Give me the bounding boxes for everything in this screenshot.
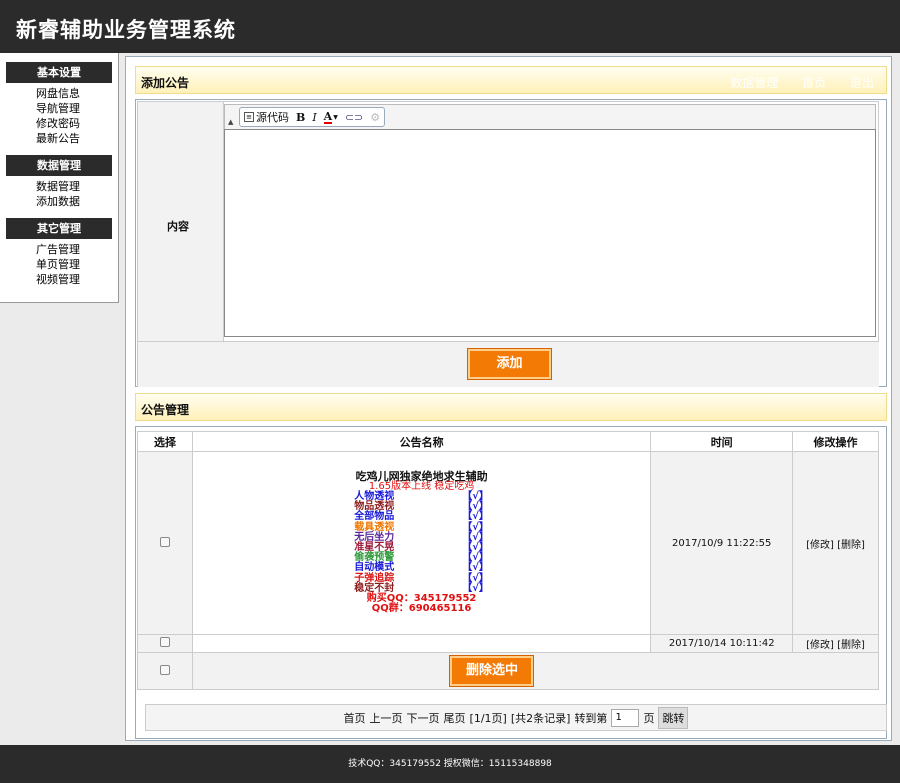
chevron-down-icon: ▼ (333, 113, 338, 121)
notice-content: 吃鸡儿网独家绝地求生辅助 1.65版本上线 稳定吃鸡 人物透视 【√】 物品透视 【√… (354, 470, 489, 615)
row2-notice-cell (191, 634, 652, 653)
header-link-data-manage[interactable]: 数据管理 (730, 76, 778, 90)
select-all-checkbox[interactable] (159, 664, 170, 675)
delete-selected-button[interactable]: 删除选中 (449, 655, 535, 687)
sidebar-group-data: 数据管理 (6, 155, 112, 176)
delete-selected-cell: 删除选中 (191, 652, 880, 690)
table-header-row: 选择 公告名称 时间 修改操作 (137, 431, 879, 452)
sidebar-item-nav-manage[interactable]: 导航管理 (36, 101, 118, 116)
pager-page-input[interactable] (611, 708, 640, 727)
source-code-button[interactable]: ≡ 源代码 (244, 109, 289, 125)
pager-record-info: [共2条记录] (510, 711, 571, 725)
row1-checkbox[interactable] (159, 536, 170, 547)
editor-content-area[interactable] (224, 129, 876, 337)
add-notice-header: 添加公告 数据管理 首页 退出 (135, 66, 887, 94)
row2-time: 2017/10/14 10:11:42 (650, 634, 794, 653)
col-time: 时间 (650, 431, 794, 452)
pager-jump-button[interactable]: 跳转 (658, 706, 689, 729)
notice-manage-title: 公告管理 (141, 403, 190, 417)
sidebar-group-basic: 基本设置 (6, 62, 112, 83)
row1-edit-link[interactable]: [修改] (806, 540, 834, 551)
pager-next[interactable]: 下一页 (407, 710, 440, 726)
row1-delete-link[interactable]: [删除] (837, 540, 865, 551)
header-links: 数据管理 首页 退出 (710, 74, 874, 91)
table-row: 2017/10/14 10:11:42 [修改] [删除] (137, 634, 879, 653)
editor-toolbar: ▲ ≡ 源代码 B I A ▼ ⊂⊃ ⚙ (224, 104, 876, 129)
link-icon[interactable]: ⊂⊃ (345, 111, 363, 124)
source-code-label: 源代码 (256, 111, 289, 124)
pager-page-info: [1/1页] (469, 711, 507, 725)
row2-ops-cell: [修改] [删除] (792, 634, 879, 653)
notice-manage-box: 选择 公告名称 时间 修改操作 吃鸡儿网独家绝地求生辅助 1.65版本上线 稳定… (135, 426, 887, 739)
notice-qq-group: QQ群：690465116 (354, 604, 489, 614)
header-link-logout[interactable]: 退出 (850, 76, 874, 90)
select-all-cell (137, 652, 193, 690)
add-notice-form: 内容 ▲ ≡ 源代码 B I A ▼ ⊂⊃ ⚙ 添加 (137, 101, 879, 387)
pager-prev[interactable]: 上一页 (370, 710, 403, 726)
sidebar-item-add-data[interactable]: 添加数据 (36, 194, 118, 209)
content-label-cell: 内容 (138, 102, 224, 342)
row1-select-cell (137, 451, 193, 635)
add-notice-box: 内容 ▲ ≡ 源代码 B I A ▼ ⊂⊃ ⚙ 添加 (135, 99, 887, 387)
main-panel: 添加公告 数据管理 首页 退出 内容 ▲ ≡ 源代码 B I A ▼ ⊂⊃ ⚙ … (125, 56, 892, 741)
footer: 技术QQ：345179552 授权微信：15115348898 (0, 745, 900, 783)
sidebar-item-latest-notice[interactable]: 最新公告 (36, 131, 118, 146)
source-icon: ≡ (244, 112, 254, 122)
italic-button[interactable]: I (312, 111, 316, 124)
add-button[interactable]: 添加 (467, 348, 552, 380)
unlink-icon[interactable]: ⚙ (370, 111, 380, 124)
sidebar-item-page-manage[interactable]: 单页管理 (36, 257, 118, 272)
table-row: 删除选中 (137, 652, 880, 690)
qq-group-text: QQ群：690465116 (371, 603, 472, 615)
row1-notice-cell: 吃鸡儿网独家绝地求生辅助 1.65版本上线 稳定吃鸡 人物透视 【√】 物品透视 【√… (191, 451, 652, 635)
app-title: 新睿辅助业务管理系统 (16, 18, 236, 42)
feature-list: 人物透视 【√】 物品透视 【√】 全部物品 【√】 载具透视 【√】 无后坐力 【√】 准星不晃【… (354, 491, 489, 594)
row1-time: 2017/10/9 11:22:55 (650, 451, 794, 635)
toolbar-group: ≡ 源代码 B I A ▼ ⊂⊃ ⚙ (239, 107, 386, 127)
editor-cell: ▲ ≡ 源代码 B I A ▼ ⊂⊃ ⚙ (224, 102, 879, 342)
sidebar-item-data-manage[interactable]: 数据管理 (36, 179, 118, 194)
sidebar-item-change-password[interactable]: 修改密码 (36, 116, 118, 131)
sidebar-item-video-manage[interactable]: 视频管理 (36, 272, 118, 287)
pager-last[interactable]: 尾页 (444, 710, 466, 726)
row2-delete-link[interactable]: [删除] (837, 640, 865, 651)
row2-select-cell (137, 634, 193, 653)
sidebar-item-disk-info[interactable]: 网盘信息 (36, 86, 118, 101)
col-notice-name: 公告名称 (191, 431, 652, 452)
row2-edit-link[interactable]: [修改] (806, 640, 834, 651)
pager-page-unit: 页 (643, 711, 655, 725)
font-color-icon: A (323, 109, 333, 124)
footer-text: 技术QQ：345179552 授权微信：15115348898 (348, 759, 552, 769)
col-edit-ops: 修改操作 (792, 431, 879, 452)
add-button-row: 添加 (138, 342, 879, 387)
content-label: 内容 (167, 220, 189, 233)
row1-ops-cell: [修改] [删除] (792, 451, 879, 635)
font-color-button[interactable]: A ▼ (323, 109, 338, 124)
sidebar: 基本设置 网盘信息 导航管理 修改密码 最新公告 数据管理 数据管理 添加数据 … (0, 53, 119, 303)
table-row: 吃鸡儿网独家绝地求生辅助 1.65版本上线 稳定吃鸡 人物透视 【√】 物品透视 【√… (137, 451, 879, 635)
header-link-home[interactable]: 首页 (802, 76, 826, 90)
col-select: 选择 (137, 431, 193, 452)
sidebar-item-ad-manage[interactable]: 广告管理 (36, 242, 118, 257)
pager-first[interactable]: 首页 (344, 710, 366, 726)
bold-button[interactable]: B (296, 111, 305, 124)
notice-table: 选择 公告名称 时间 修改操作 吃鸡儿网独家绝地求生辅助 1.65版本上线 稳定… (137, 431, 880, 690)
top-bar: 新睿辅助业务管理系统 (0, 0, 900, 53)
sidebar-group-other: 其它管理 (6, 218, 112, 239)
notice-manage-header: 公告管理 (135, 393, 887, 421)
pager-goto-label: 转到第 (574, 711, 608, 725)
collapse-icon[interactable]: ▲ (228, 118, 233, 126)
row2-checkbox[interactable] (159, 637, 170, 647)
add-notice-title: 添加公告 (141, 76, 190, 90)
pagination: 首页 上一页 下一页 尾页 [1/1页] [共2条记录] 转到第 页 跳转 (145, 704, 887, 731)
